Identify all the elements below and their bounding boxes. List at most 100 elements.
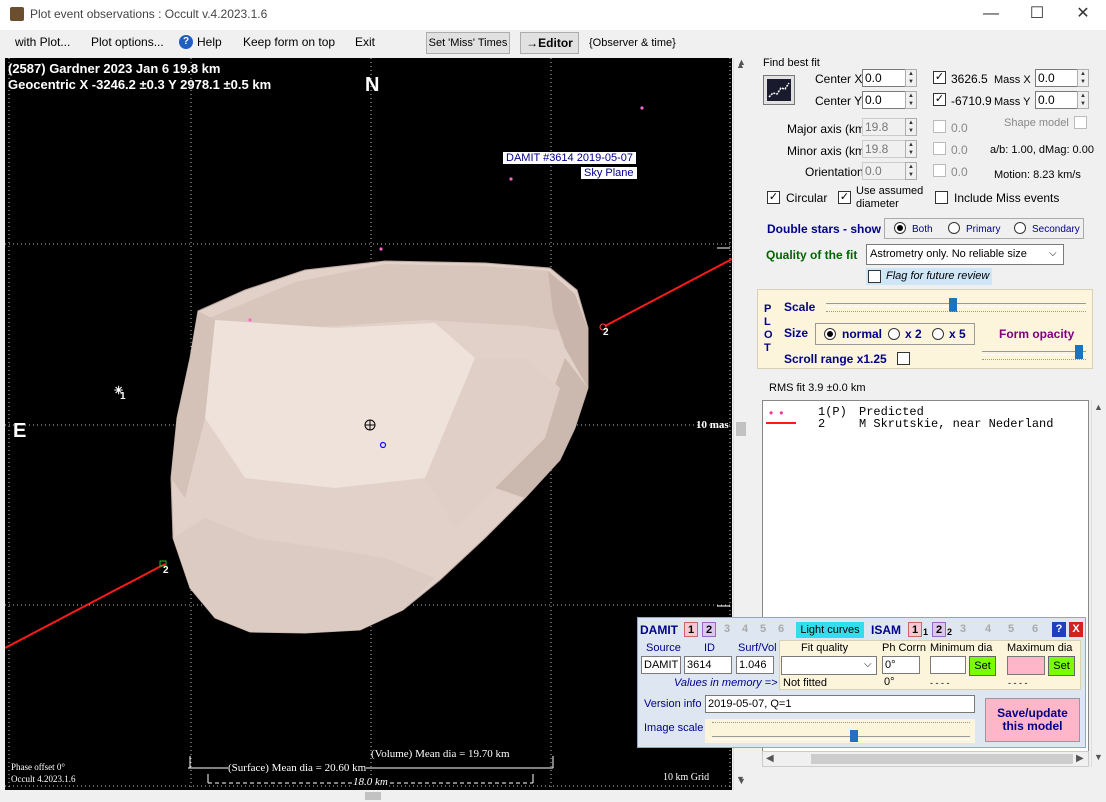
secondary-radio[interactable] (1014, 222, 1026, 234)
isam-model-3-button[interactable]: 3 (956, 622, 970, 637)
primary-radio[interactable] (948, 222, 960, 234)
scale-label: Scale (784, 300, 816, 314)
scroll-thumb[interactable] (736, 422, 746, 436)
damit-title: DAMIT (640, 623, 678, 637)
plot-letter: L (764, 316, 771, 328)
damit-model-1-button[interactable]: 1 (684, 622, 698, 637)
maximize-button[interactable]: ☐ (1014, 0, 1060, 30)
isam-model-1-button[interactable]: 1 (908, 622, 922, 637)
isam-model-2-button[interactable]: 2 (932, 622, 946, 637)
damit-model-6-button[interactable]: 6 (774, 622, 788, 637)
center-x-spinner[interactable]: ▲ ▼ (905, 69, 917, 87)
image-scale-track[interactable] (712, 736, 970, 740)
plot-horizontal-scrollbar[interactable] (5, 790, 732, 802)
shape-model-checkbox[interactable] (1074, 116, 1087, 129)
set-maximum-dia-button[interactable]: Set (1048, 656, 1075, 676)
both-radio[interactable] (894, 222, 906, 234)
major-axis-input[interactable]: 19.8 (862, 118, 906, 136)
scroll-up-icon[interactable]: ▲ (1094, 402, 1103, 412)
scroll-thumb[interactable] (365, 792, 381, 800)
major-axis-spinner[interactable]: ▲ ▼ (905, 118, 917, 136)
center-y-spinner[interactable]: ▲ ▼ (905, 91, 917, 109)
orientation-input[interactable]: 0.0 (862, 162, 906, 180)
minor-axis-input[interactable]: 19.8 (862, 140, 906, 158)
scroll-range-checkbox[interactable] (897, 352, 910, 365)
include-miss-checkbox[interactable] (935, 191, 948, 204)
menu-exit[interactable]: Exit (355, 35, 375, 49)
maximum-dia-field[interactable] (1007, 656, 1045, 675)
image-scale-thumb[interactable] (849, 730, 858, 742)
secondary-label: Secondary (1032, 224, 1080, 235)
id-field[interactable]: 3614 (684, 656, 732, 674)
close-button[interactable]: ✕ (1060, 0, 1106, 30)
damit-model-2-button[interactable]: 2 (702, 622, 716, 637)
observer-time-label[interactable]: {Observer & time} (589, 37, 676, 49)
light-curves-button[interactable]: Light curves (796, 622, 864, 638)
size-x5-label: x 5 (949, 327, 966, 341)
circular-checkbox[interactable]: ✓ (767, 191, 780, 204)
mass-x-spinner[interactable]: ▲ ▼ (1077, 69, 1089, 87)
save-update-model-button[interactable]: Save/update this model (985, 698, 1080, 742)
mass-y-spinner[interactable]: ▲ ▼ (1077, 91, 1089, 109)
isam-model-6-button[interactable]: 6 (1028, 622, 1042, 637)
damit-model-4-button[interactable]: 4 (738, 622, 752, 637)
legend-horizontal-scrollbar[interactable]: ◀ ▶ (762, 751, 1089, 767)
mass-y-input[interactable]: 0.0 (1035, 91, 1078, 109)
quality-of-fit-select[interactable]: Astrometry only. No reliable size ⌵ (866, 244, 1064, 265)
menu-keep-on-top[interactable]: Keep form on top (243, 35, 335, 49)
menu-with-plot[interactable]: with Plot... (15, 35, 70, 49)
scroll-left-icon[interactable]: ◀ (766, 753, 774, 764)
flag-review-checkbox[interactable] (868, 270, 881, 283)
help-icon[interactable]: ? (179, 35, 193, 49)
size-normal-radio[interactable] (824, 328, 836, 340)
major-axis-checkbox[interactable] (933, 120, 946, 133)
fit-quality-select[interactable]: ⌵ (781, 656, 877, 675)
use-assumed-diameter-checkbox[interactable]: ✓ (838, 191, 851, 204)
isam-model-4-button[interactable]: 4 (981, 622, 995, 637)
minor-axis-checkbox[interactable] (933, 142, 946, 155)
ph-corrn-field[interactable]: 0° (882, 656, 920, 674)
menu-help[interactable]: Help (197, 35, 222, 49)
damit-model-5-button[interactable]: 5 (756, 622, 770, 637)
legend-vertical-scrollbar[interactable]: ▲ ▼ (1091, 400, 1105, 767)
orientation-spinner[interactable]: ▲ ▼ (905, 162, 917, 180)
mass-x-input[interactable]: 0.0 (1035, 69, 1078, 87)
damit-model-label: DAMIT #3614 2019-05-07 (503, 152, 636, 164)
y-fit-checkbox[interactable]: ✓ (933, 93, 946, 106)
opacity-slider-track[interactable] (982, 351, 1086, 355)
size-x5-radio[interactable] (932, 328, 944, 340)
damit-close-button[interactable]: X (1069, 622, 1083, 637)
surface-diameter-label: (Surface) Mean dia = 20.60 km (228, 762, 367, 774)
editor-button[interactable]: →Editor (520, 32, 579, 54)
set-minimum-dia-button[interactable]: Set (969, 656, 996, 676)
isam-model-5-button[interactable]: 5 (1004, 622, 1018, 637)
x-fit-checkbox[interactable]: ✓ (933, 71, 946, 84)
damit-model-3-button[interactable]: 3 (720, 622, 734, 637)
size-x2-radio[interactable] (888, 328, 900, 340)
minimum-dia-field[interactable] (930, 656, 966, 674)
use-assumed-label: Use assumed (856, 185, 924, 197)
scale-slider-thumb[interactable] (949, 298, 958, 312)
menu-plot-options[interactable]: Plot options... (91, 35, 164, 49)
phase-offset-label: Phase offset 0° (11, 762, 65, 772)
orientation-checkbox[interactable] (933, 164, 946, 177)
center-x-input[interactable]: 0.0 (862, 69, 906, 87)
minimum-dia-label: Minimum dia (930, 642, 993, 654)
minimize-button[interactable]: — (968, 0, 1014, 30)
panel-scroll-down-icon[interactable]: ▼ (737, 776, 746, 786)
version-info-field[interactable]: 2019-05-07, Q=1 (705, 695, 975, 713)
scroll-down-icon[interactable]: ▼ (1094, 752, 1103, 762)
source-field[interactable]: DAMIT (641, 656, 681, 674)
damit-help-button[interactable]: ? (1052, 622, 1066, 637)
panel-scroll-up-icon[interactable]: ▲ (737, 57, 746, 67)
set-miss-times-button[interactable]: Set 'Miss' Times (426, 32, 510, 54)
fit-quality-memory: Not fitted (783, 677, 828, 689)
scroll-right-icon[interactable]: ▶ (1076, 753, 1084, 764)
find-best-fit-button[interactable] (763, 75, 795, 105)
scroll-thumb[interactable] (811, 754, 1073, 764)
opacity-slider-thumb[interactable] (1075, 345, 1084, 359)
occultation-plot[interactable]: ✳ (2587) Gardner 2023 Jan 6 19.8 km Geoc… (5, 58, 732, 790)
surf-vol-field[interactable]: 1.046 (736, 656, 774, 674)
minor-axis-spinner[interactable]: ▲ ▼ (905, 140, 917, 158)
center-y-input[interactable]: 0.0 (862, 91, 906, 109)
